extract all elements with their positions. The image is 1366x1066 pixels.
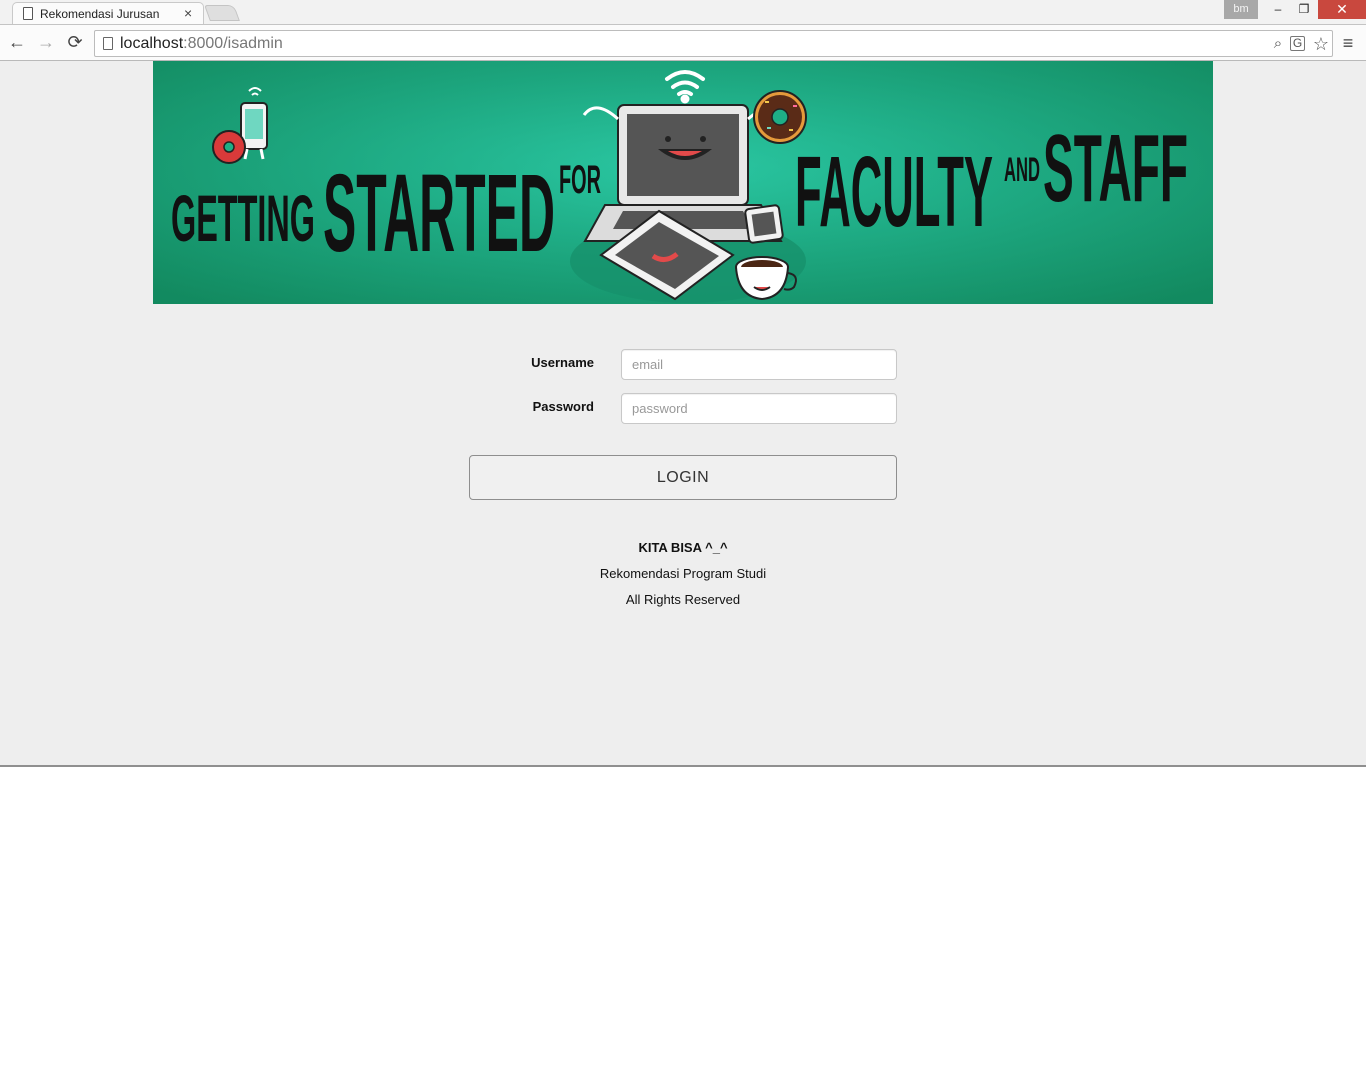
forward-arrow-icon[interactable]: →	[35, 32, 57, 54]
url-path: :8000/isadmin	[183, 35, 283, 52]
hamburger-menu-icon[interactable]: ≡	[1339, 34, 1357, 52]
banner-text-staff: STAFF	[1043, 115, 1188, 222]
password-label: Password	[532, 399, 594, 414]
banner-illustration: GETTING STARTED FOR FACULTY AND STAFF	[153, 61, 1213, 304]
close-window-button[interactable]: ✕	[1318, 0, 1366, 19]
tab-title: Rekomendasi Jurusan	[40, 7, 160, 21]
small-phone-icon	[744, 204, 784, 244]
chocolate-donut-icon	[753, 90, 807, 144]
document-icon	[23, 7, 33, 20]
password-row: Password	[0, 393, 1366, 425]
footer-line-2: All Rights Reserved	[625, 592, 741, 607]
login-button[interactable]: LOGIN	[469, 455, 897, 500]
bookmark-star-icon[interactable]: ☆	[1311, 34, 1331, 54]
username-row: Username	[0, 349, 1366, 381]
banner-text-getting: GETTING	[171, 182, 315, 255]
reload-icon[interactable]: ⟳	[64, 32, 86, 54]
new-tab-button[interactable]	[204, 5, 240, 21]
translate-icon[interactable]: G	[1290, 36, 1305, 51]
page-viewport: GETTING STARTED FOR FACULTY AND STAFF Us…	[0, 61, 1366, 767]
url-text[interactable]: localhost:8000/isadmin	[120, 35, 283, 53]
tab-close-icon[interactable]: ×	[184, 5, 192, 21]
username-label: Username	[531, 355, 594, 370]
url-host: localhost	[120, 35, 184, 52]
username-input[interactable]	[621, 349, 897, 380]
back-arrow-icon[interactable]: ←	[6, 32, 28, 54]
maximize-button[interactable]: ❐	[1291, 0, 1317, 19]
banner-text-and: AND	[1004, 151, 1040, 189]
password-input[interactable]	[621, 393, 897, 424]
minimize-button[interactable]: –	[1265, 0, 1291, 19]
red-donut-icon	[212, 130, 246, 164]
banner-text-faculty: FACULTY	[795, 136, 993, 248]
footer-title: KITA BISA ^_^	[638, 540, 728, 555]
footer-line-1: Rekomendasi Program Studi	[599, 566, 767, 581]
profile-badge[interactable]: bm	[1224, 0, 1258, 19]
zoom-icon[interactable]: ⌕	[1268, 34, 1288, 54]
browser-titlebar: Rekomendasi Jurusan × bm – ❐ ✕	[0, 0, 1366, 24]
page-icon	[103, 37, 113, 50]
banner-text-started: STARTED	[323, 152, 555, 275]
header-banner: GETTING STARTED FOR FACULTY AND STAFF	[153, 61, 1213, 304]
banner-text-for: FOR	[559, 158, 601, 202]
address-bar[interactable]: localhost:8000/isadmin ⌕ G ☆	[94, 30, 1333, 57]
browser-tab[interactable]: Rekomendasi Jurusan ×	[12, 2, 204, 24]
browser-toolbar: ← → ⟳ localhost:8000/isadmin ⌕ G ☆ ≡	[0, 24, 1366, 61]
